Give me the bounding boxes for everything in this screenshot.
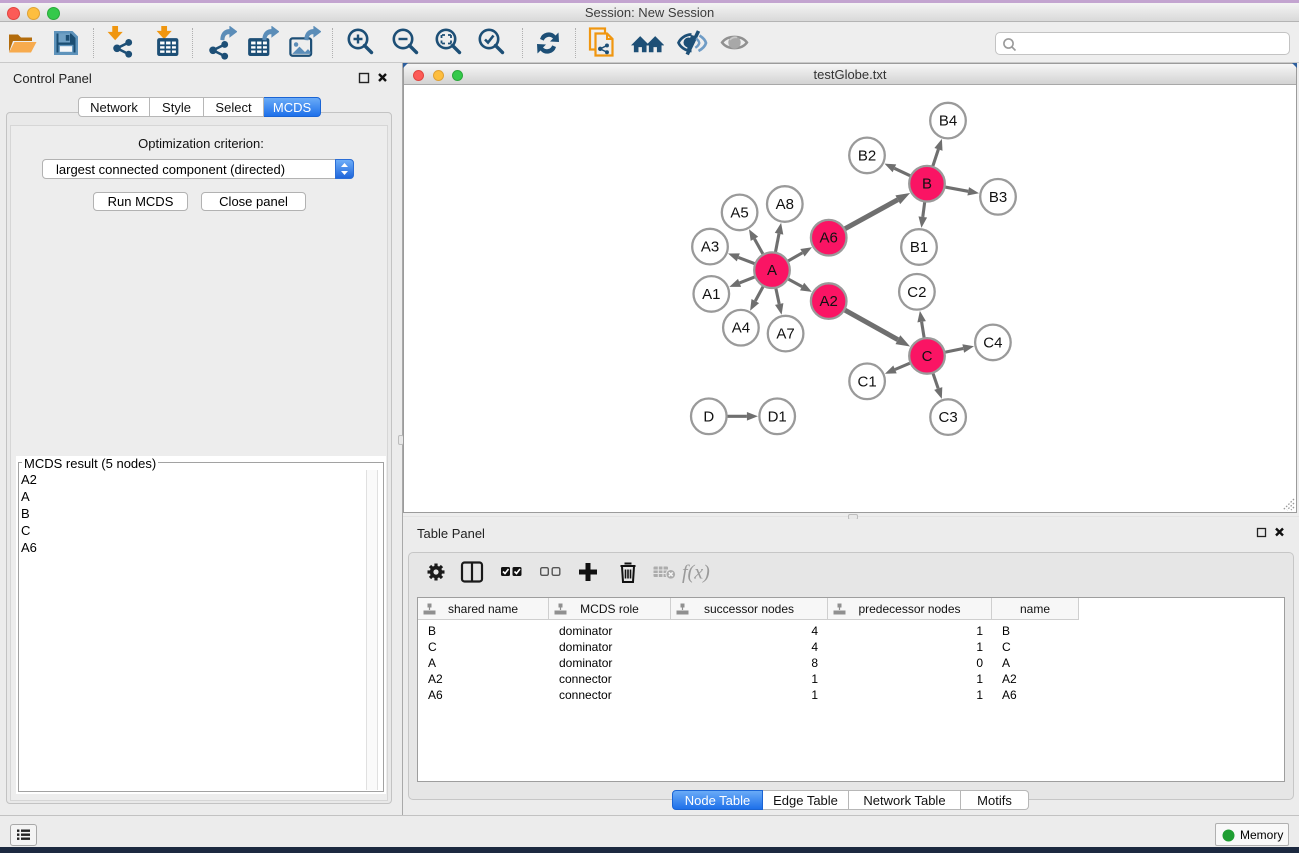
svg-text:A5: A5 bbox=[730, 204, 748, 221]
svg-text:C1: C1 bbox=[858, 373, 877, 390]
svg-text:B: B bbox=[922, 176, 932, 193]
svg-text:A7: A7 bbox=[776, 326, 794, 343]
svg-text:A: A bbox=[767, 262, 777, 279]
svg-text:A1: A1 bbox=[702, 286, 720, 303]
svg-text:A2: A2 bbox=[820, 293, 838, 310]
svg-text:A4: A4 bbox=[732, 320, 750, 337]
svg-text:A3: A3 bbox=[701, 239, 719, 256]
svg-text:f(x): f(x) bbox=[682, 562, 710, 584]
svg-text:A6: A6 bbox=[820, 230, 838, 247]
svg-text:C2: C2 bbox=[907, 284, 926, 301]
svg-text:B4: B4 bbox=[939, 113, 957, 130]
svg-text:D: D bbox=[703, 408, 714, 425]
svg-text:C4: C4 bbox=[983, 334, 1002, 351]
svg-text:A8: A8 bbox=[776, 196, 794, 213]
svg-text:C3: C3 bbox=[939, 409, 958, 426]
svg-text:B1: B1 bbox=[910, 239, 928, 256]
svg-text:C: C bbox=[922, 348, 933, 365]
svg-text:D1: D1 bbox=[768, 408, 787, 425]
svg-text:B3: B3 bbox=[989, 189, 1007, 206]
svg-text:B2: B2 bbox=[858, 147, 876, 164]
